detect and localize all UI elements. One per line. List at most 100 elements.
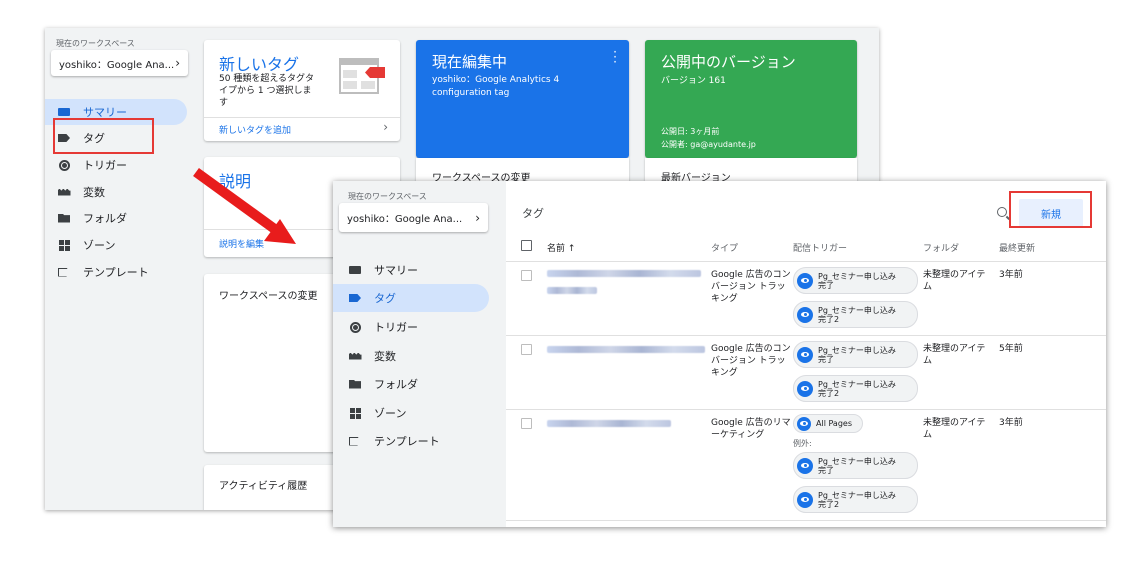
sidebar-item-label: テンプレート [83,266,149,279]
exception-trigger-chip[interactable]: Pg_セミナー申し込み 完了2 [793,486,918,513]
sidebar-item-label: フォルダ [83,212,127,225]
new-tag-card[interactable]: 新しいタグ 50 種類を超えるタグタ イプから 1 つ選択しま す 新しいタグを… [204,40,400,141]
sidebar-item-folders[interactable]: フォルダ [45,205,187,231]
tag-folder: 未整理のアイテム [923,418,986,440]
workspace-label: 現在のワークスペース [56,39,135,48]
exception-trigger-chip[interactable]: Pg_セミナー申し込み 完了 [793,452,918,479]
chevron-right-icon: › [383,120,388,134]
trigger-chip-label: Pg_セミナー申し込み 完了2 [818,379,896,398]
sidebar-item-summary[interactable]: サマリー [333,256,489,284]
last-updated: 3年前 [999,418,1023,428]
activity-history-title: アクティビティ履歴 [219,481,308,492]
sidebar-item-label: タグ [374,292,396,305]
sidebar-item-label: フォルダ [374,378,418,391]
tag-name-blurred[interactable] [547,270,701,277]
folder-icon [348,378,362,390]
last-updated: 3年前 [999,270,1023,280]
new-tag-title: 新しいタグ [219,55,300,74]
trigger-chip-label: Pg_セミナー申し込み 完了2 [818,305,896,324]
add-new-tag-link[interactable]: 新しいタグを追加 [219,123,291,136]
exception-label: 例外: [793,439,812,448]
folder-icon [57,212,71,224]
more-vert-icon[interactable]: · · · [613,46,617,68]
template-icon [348,435,362,447]
sidebar-item-templates[interactable]: テンプレート [333,427,489,455]
sidebar-item-folders[interactable]: フォルダ [333,370,489,398]
description-title: 説明 [219,172,252,191]
row-checkbox[interactable] [521,418,532,429]
tags-panel: タグ 新規 名前 ↑ タイプ 配信トリガー フォルダ 最終更新 Google 広… [506,181,1106,527]
sidebar-item-templates[interactable]: テンプレート [45,259,187,285]
trigger-chip[interactable]: Pg_セミナー申し込み 完了2 [793,375,918,402]
tag-name-blurred[interactable] [547,287,597,294]
sidebar-item-label: トリガー [374,321,418,334]
sidebar-item-label: ゾーン [83,239,116,252]
publish-info: 公開日: 3ヶ月前 公開者: ga@ayudante.jp [661,127,756,149]
eye-icon [797,416,811,431]
trigger-chip[interactable]: Pg_セミナー申し込み 完了 [793,267,918,294]
workspace-selector[interactable]: yoshiko：Google Ana... › [51,50,188,76]
variable-icon [57,186,71,198]
workspace-changes-title: ワークスペースの変更 [219,291,318,302]
published-version-card[interactable]: 公開中のバージョン バージョン 161 公開日: 3ヶ月前 公開者: ga@ay… [645,40,857,158]
tag-icon [348,292,362,304]
sidebar-item-label: サマリー [374,264,418,277]
sidebar-item-triggers[interactable]: トリガー [333,313,489,341]
select-all-checkbox[interactable] [521,240,532,251]
row-checkbox[interactable] [521,344,532,355]
tag-type: Google 広告のコン バージョン トラッ キング [711,270,791,304]
version-number: バージョン 161 [661,76,726,86]
trigger-chip[interactable]: Pg_セミナー申し込み 完了2 [793,301,918,328]
column-header-type[interactable]: タイプ [711,241,738,254]
trigger-chip[interactable]: Pg_セミナー申し込み 完了 [793,341,918,368]
sidebar-item-zones[interactable]: ゾーン [45,232,187,258]
tag-folder: 未整理のアイテム [923,344,986,366]
trigger-icon [348,321,362,333]
column-header-name[interactable]: 名前 ↑ [547,241,575,254]
sidebar-item-label: ゾーン [374,407,407,420]
eye-icon [797,491,813,508]
new-button-highlight-box [1009,191,1092,228]
search-icon[interactable] [997,207,1007,217]
last-updated: 5年前 [999,344,1023,354]
row-checkbox[interactable] [521,270,532,281]
sidebar-item-zones[interactable]: ゾーン [333,399,489,427]
summary-icon [348,264,362,276]
column-header-folder[interactable]: フォルダ [923,241,959,254]
summary-icon [57,106,71,118]
template-icon [57,266,71,278]
eye-icon [797,457,813,474]
eye-icon [797,306,813,323]
eye-icon [797,272,813,289]
chevron-right-icon: › [475,210,480,225]
trigger-chip-label: Pg_セミナー申し込み 完了 [818,456,896,475]
current-editing-card[interactable]: 現在編集中 · · · yoshiko：Google Analytics 4 con… [416,40,629,158]
workspace-label: 現在のワークスペース [348,192,427,201]
workspace-name: yoshiko：Google Ana... [347,214,463,225]
tag-name-blurred[interactable] [547,346,705,353]
current-editing-title: 現在編集中 [432,53,508,71]
trigger-chip-label: Pg_セミナー申し込み 完了2 [818,490,896,509]
edit-description-link[interactable]: 説明を編集 [219,237,264,250]
eye-icon [797,380,813,397]
zone-icon [348,407,362,419]
sidebar-item-label: 変数 [374,350,396,363]
eye-icon [797,346,813,363]
trigger-chip-label: All Pages [816,419,852,428]
workspace-name: yoshiko：Google Ana... [59,59,175,71]
trigger-chip-label: Pg_セミナー申し込み 完了 [818,271,896,290]
tag-name-blurred[interactable] [547,420,671,427]
column-header-updated[interactable]: 最終更新 [999,241,1035,254]
workspace-selector[interactable]: yoshiko：Google Ana... › [339,203,488,232]
sidebar-item-triggers[interactable]: トリガー [45,152,187,178]
tags-highlight-box [53,118,154,154]
sidebar-item-label: 変数 [83,186,105,199]
column-header-trigger[interactable]: 配信トリガー [793,241,847,254]
sidebar-item-variables[interactable]: 変数 [45,179,187,205]
sidebar-item-tags[interactable]: タグ [333,284,489,312]
tag-type: Google 広告のコン バージョン トラッ キング [711,344,791,378]
trigger-chip[interactable]: All Pages [793,414,863,433]
sidebar-item-label: テンプレート [374,435,440,448]
sidebar-item-variables[interactable]: 変数 [333,342,489,370]
current-workspace-info: yoshiko：Google Analytics 4 configuration… [432,75,560,98]
